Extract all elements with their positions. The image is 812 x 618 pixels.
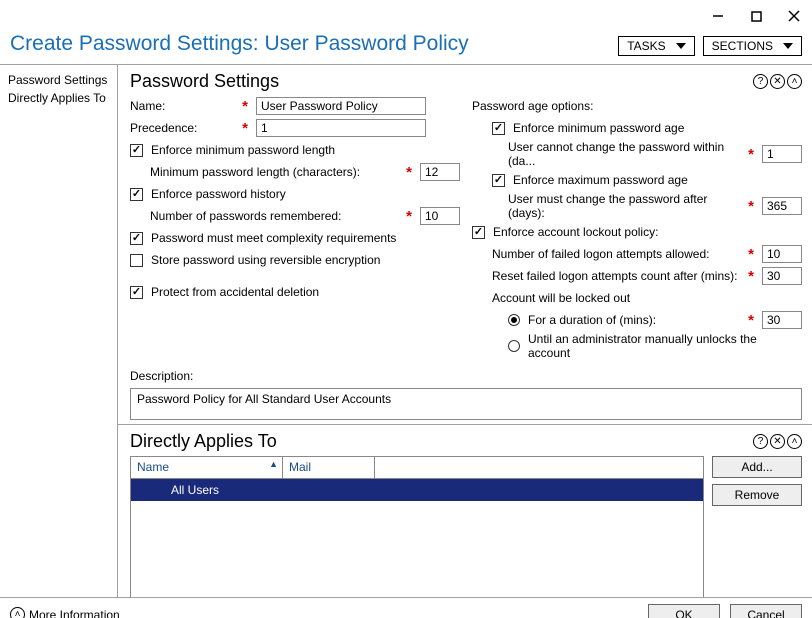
dialog-header: Create Password Settings: User Password … [0, 32, 812, 65]
name-field[interactable] [256, 97, 426, 115]
locked-out-label: Account will be locked out [492, 291, 630, 305]
help-icon[interactable]: ? [753, 74, 768, 89]
reversible-label: Store password using reversible encrypti… [151, 253, 380, 267]
collapse-icon[interactable]: ˄ [787, 434, 802, 449]
duration-label: For a duration of (mins): [528, 313, 740, 327]
expand-icon: ˄ [10, 607, 25, 618]
grid-header: Name ▲ Mail [131, 457, 703, 479]
cancel-button[interactable]: Cancel [730, 604, 802, 618]
close-section-icon[interactable]: ✕ [770, 74, 785, 89]
complexity-label: Password must meet complexity requiremen… [151, 231, 396, 245]
sections-dropdown[interactable]: SECTIONS [703, 36, 802, 56]
collapse-icon[interactable]: ˄ [787, 74, 802, 89]
required-icon: * [744, 268, 758, 285]
tasks-dropdown-label: TASKS [627, 39, 665, 53]
enforce-min-age-checkbox[interactable] [492, 122, 505, 135]
history-count-field[interactable] [420, 207, 460, 225]
ok-button[interactable]: OK [648, 604, 720, 618]
window-titlebar [0, 0, 812, 32]
reversible-checkbox[interactable] [130, 254, 143, 267]
add-button[interactable]: Add... [712, 456, 802, 478]
dialog-footer: ˄ More Information OK Cancel [0, 597, 812, 618]
remove-button[interactable]: Remove [712, 484, 802, 506]
column-header-mail[interactable]: Mail [283, 457, 375, 478]
required-icon: * [402, 208, 416, 225]
enforce-history-checkbox[interactable] [130, 188, 143, 201]
min-age-field[interactable] [762, 145, 802, 163]
sidebar-item-password-settings[interactable]: Password Settings [4, 71, 113, 89]
more-information-link[interactable]: ˄ More Information [10, 607, 120, 618]
until-admin-radio[interactable] [508, 340, 520, 352]
reset-count-label: Reset failed logon attempts count after … [492, 269, 740, 283]
required-icon: * [744, 198, 758, 215]
precedence-field[interactable] [256, 119, 426, 137]
required-icon: * [402, 164, 416, 181]
reset-count-field[interactable] [762, 267, 802, 285]
enforce-max-age-checkbox[interactable] [492, 174, 505, 187]
tasks-dropdown[interactable]: TASKS [618, 36, 694, 56]
max-age-field[interactable] [762, 197, 802, 215]
min-length-field[interactable] [420, 163, 460, 181]
enforce-min-length-checkbox[interactable] [130, 144, 143, 157]
enforce-lockout-label: Enforce account lockout policy: [493, 225, 658, 239]
complexity-checkbox[interactable] [130, 232, 143, 245]
max-age-label: User must change the password after (day… [508, 192, 740, 220]
section-directly-applies: Directly Applies To ? ✕ ˄ Name ▲ Mail [118, 425, 812, 597]
close-section-icon[interactable]: ✕ [770, 434, 785, 449]
failed-attempts-field[interactable] [762, 245, 802, 263]
help-icon[interactable]: ? [753, 434, 768, 449]
sort-ascending-icon: ▲ [269, 459, 278, 469]
duration-field[interactable] [762, 311, 802, 329]
chevron-down-icon [676, 43, 686, 49]
age-options-header: Password age options: [472, 99, 593, 113]
required-icon: * [238, 120, 252, 137]
required-icon: * [744, 312, 758, 329]
chevron-down-icon [783, 43, 793, 49]
nav-sidebar: Password Settings Directly Applies To [0, 65, 118, 597]
sections-dropdown-label: SECTIONS [712, 39, 773, 53]
close-button[interactable] [784, 6, 804, 26]
minimize-button[interactable] [708, 6, 728, 26]
enforce-max-age-label: Enforce maximum password age [513, 173, 688, 187]
description-field[interactable]: Password Policy for All Standard User Ac… [130, 388, 802, 420]
enforce-min-age-label: Enforce minimum password age [513, 121, 684, 135]
cell-name: All Users [131, 483, 283, 497]
sidebar-item-directly-applies[interactable]: Directly Applies To [4, 89, 113, 107]
column-header-name[interactable]: Name ▲ [131, 457, 283, 478]
protect-label: Protect from accidental deletion [151, 285, 319, 299]
required-icon: * [744, 246, 758, 263]
description-label: Description: [130, 369, 193, 383]
failed-attempts-label: Number of failed logon attempts allowed: [492, 247, 740, 261]
enforce-history-label: Enforce password history [151, 187, 286, 201]
required-icon: * [238, 98, 252, 115]
precedence-label: Precedence: [130, 121, 234, 135]
maximize-button[interactable] [746, 6, 766, 26]
section-title: Directly Applies To [130, 431, 277, 452]
applies-to-grid: Name ▲ Mail All Users [130, 456, 704, 597]
enforce-lockout-checkbox[interactable] [472, 226, 485, 239]
enforce-min-length-label: Enforce minimum password length [151, 143, 335, 157]
min-length-label: Minimum password length (characters): [150, 165, 398, 179]
min-age-label: User cannot change the password within (… [508, 140, 740, 168]
history-count-label: Number of passwords remembered: [150, 209, 398, 223]
required-icon: * [744, 146, 758, 163]
duration-radio[interactable] [508, 314, 520, 326]
name-label: Name: [130, 99, 234, 113]
until-admin-label: Until an administrator manually unlocks … [528, 332, 802, 360]
grid-row[interactable]: All Users [131, 479, 703, 501]
dialog-title: Create Password Settings: User Password … [10, 32, 469, 56]
protect-checkbox[interactable] [130, 286, 143, 299]
section-password-settings: Password Settings ? ✕ ˄ Name: * Prece [118, 65, 812, 425]
column-header-extra[interactable] [375, 457, 703, 478]
section-title: Password Settings [130, 71, 279, 92]
